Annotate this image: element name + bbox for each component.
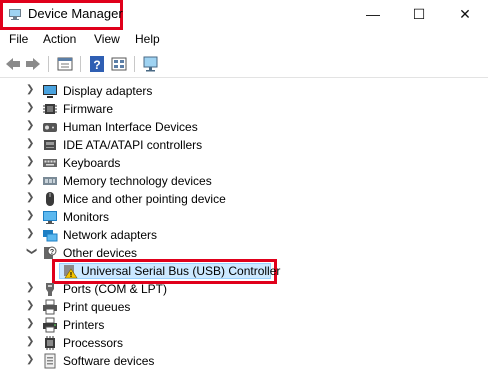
svg-text:?: ? — [50, 249, 54, 256]
hid-icon — [43, 123, 57, 132]
tree-item-label: Other devices — [63, 246, 138, 260]
tree-item-ide-ata-atapi-controllers[interactable]: ❯ IDE ATA/ATAPI controllers — [0, 136, 488, 154]
tree-item-label: Display adapters — [63, 84, 153, 98]
tree-item-label: Universal Serial Bus (USB) Controller — [81, 264, 281, 278]
maximize-button[interactable]: ☐ — [396, 0, 442, 28]
firmware-chip-icon — [43, 104, 57, 114]
tree-item-software-devices[interactable]: ❯ Software devices — [0, 352, 488, 370]
chevron-right-icon[interactable]: ❯ — [26, 229, 36, 239]
chevron-right-icon[interactable]: ❯ — [26, 157, 36, 167]
menu-help[interactable]: Help — [135, 32, 160, 46]
software-device-icon — [44, 353, 56, 369]
tree-item-memory-technology-devices[interactable]: ❯ Memory technology devices — [0, 172, 488, 190]
properties-sheet-icon[interactable] — [56, 55, 74, 73]
chevron-right-icon[interactable]: ❯ — [26, 301, 36, 311]
chevron-right-icon[interactable]: ❯ — [26, 175, 36, 185]
toolbar-divider — [48, 56, 49, 72]
tree-item-label: Printers — [63, 318, 105, 332]
close-icon: ✕ — [459, 5, 471, 22]
tree-item-label: IDE ATA/ATAPI controllers — [63, 138, 203, 152]
toolbar-divider — [134, 56, 135, 72]
chevron-right-icon[interactable]: ❯ — [26, 193, 36, 203]
tree-item-label: Keyboards — [63, 156, 121, 170]
scan-hardware-monitor-icon[interactable] — [142, 55, 160, 73]
menu-bar: File Action View Help — [0, 30, 488, 50]
menu-view[interactable]: View — [94, 32, 120, 46]
tree-item-keyboards[interactable]: ❯ Keyboards — [0, 154, 488, 172]
forward-arrow-icon[interactable] — [24, 55, 42, 73]
minimize-button[interactable]: — — [350, 0, 396, 28]
tree-item-printers[interactable]: ❯ Printers — [0, 316, 488, 334]
tree-item-display-adapters[interactable]: ❯ Display adapters — [0, 82, 488, 100]
tree-item-label: Processors — [63, 336, 124, 350]
memory-device-icon — [43, 177, 57, 185]
print-queue-icon — [43, 299, 57, 315]
tree-item-label: Memory technology devices — [63, 174, 212, 188]
maximize-icon: ☐ — [412, 5, 426, 22]
display-adapter-icon — [43, 85, 57, 98]
tree-item-label: Print queues — [63, 300, 131, 314]
tree-item-mice[interactable]: ❯ Mice and other pointing device — [0, 190, 488, 208]
tree-item-print-queues[interactable]: ❯ Print queues — [0, 298, 488, 316]
menu-file[interactable]: File — [9, 32, 28, 46]
ide-controller-icon — [44, 140, 56, 150]
tree-item-usb-controller[interactable]: Universal Serial Bus (USB) Controller — [0, 259, 488, 284]
tree-item-label: Software devices — [63, 354, 155, 368]
tree-item-label: Human Interface Devices — [63, 120, 198, 134]
title-bar: Device Manager — ☐ ✕ — [0, 0, 488, 30]
chevron-right-icon[interactable]: ❯ — [26, 283, 36, 293]
tree-item-label: Monitors — [63, 210, 110, 224]
tree-item-label: Network adapters — [63, 228, 158, 242]
processor-icon — [45, 336, 55, 350]
chevron-right-icon[interactable]: ❯ — [26, 139, 36, 149]
tree-item-ports[interactable]: ❯ Ports (COM & LPT) — [0, 280, 488, 298]
printer-icon — [43, 317, 57, 333]
tree-item-label: Mice and other pointing device — [63, 192, 226, 206]
monitor-icon — [43, 211, 57, 224]
chevron-right-icon[interactable]: ❯ — [26, 211, 36, 221]
chevron-right-icon[interactable]: ❯ — [26, 85, 36, 95]
tree-item-network-adapters[interactable]: ❯ Network adapters — [0, 226, 488, 244]
svg-text:?: ? — [93, 58, 100, 72]
chevron-right-icon[interactable]: ❯ — [26, 121, 36, 131]
port-icon — [46, 283, 54, 296]
chevron-right-icon[interactable]: ❯ — [26, 103, 36, 113]
device-manager-icon — [9, 9, 21, 20]
window-title: Device Manager — [28, 6, 123, 21]
back-arrow-icon[interactable] — [4, 55, 22, 73]
close-button[interactable]: ✕ — [442, 0, 488, 28]
menu-action[interactable]: Action — [43, 32, 76, 46]
usb-warning-icon — [64, 265, 78, 279]
network-adapter-icon — [43, 230, 58, 242]
toolbar-divider — [80, 56, 81, 72]
minimize-icon: — — [366, 6, 380, 22]
tree-item-monitors[interactable]: ❯ Monitors — [0, 208, 488, 226]
chevron-down-icon[interactable]: ❯ — [26, 247, 37, 257]
tree-item-processors[interactable]: ❯ Processors — [0, 334, 488, 352]
help-icon[interactable]: ? — [88, 55, 106, 73]
toolbar: ? — [0, 51, 488, 78]
chevron-right-icon[interactable]: ❯ — [26, 355, 36, 365]
keyboard-icon — [43, 159, 57, 167]
view-list-icon[interactable] — [110, 55, 128, 73]
chevron-right-icon[interactable]: ❯ — [26, 337, 36, 347]
tree-item-label: Ports (COM & LPT) — [63, 282, 168, 296]
tree-item-human-interface-devices[interactable]: ❯ Human Interface Devices — [0, 118, 488, 136]
device-tree: ❯ Display adapters ❯ Firmware ❯ Human In… — [0, 80, 488, 384]
tree-item-label: Firmware — [63, 102, 113, 116]
mouse-icon — [46, 192, 54, 206]
chevron-right-icon[interactable]: ❯ — [26, 319, 36, 329]
tree-item-firmware[interactable]: ❯ Firmware — [0, 100, 488, 118]
